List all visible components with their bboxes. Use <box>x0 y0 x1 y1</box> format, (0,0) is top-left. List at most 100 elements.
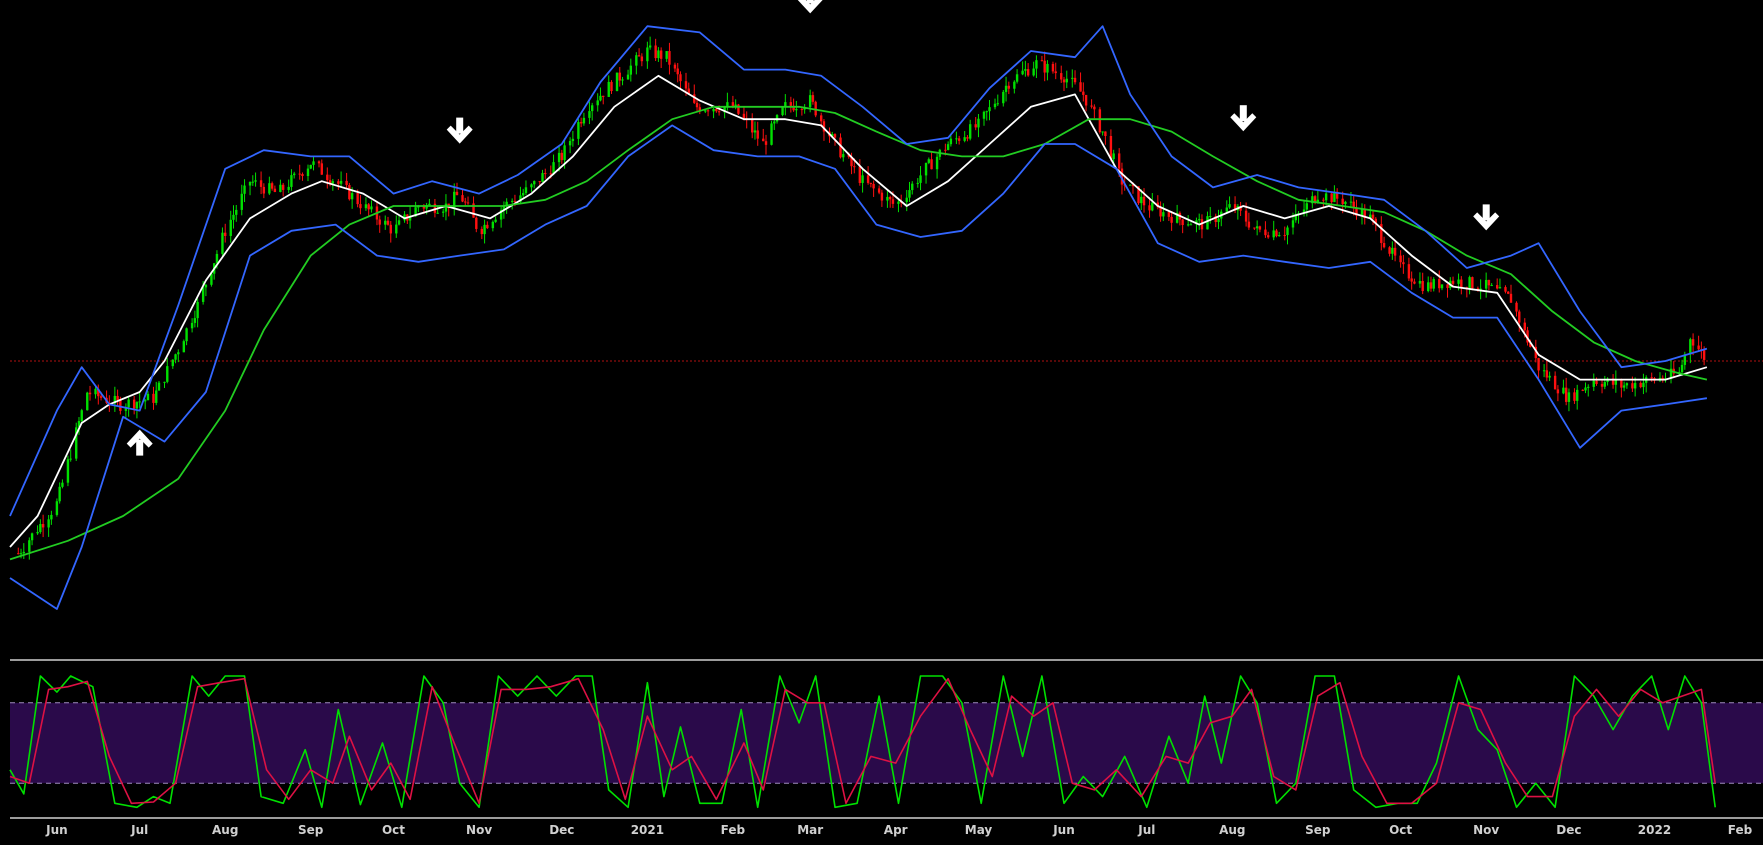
candle-body <box>773 121 776 124</box>
candle-body <box>466 202 470 204</box>
candle-body <box>659 50 663 59</box>
candle-body <box>549 173 552 175</box>
candle-body <box>1515 302 1518 312</box>
candle-body <box>1129 184 1132 186</box>
candle-body <box>1620 380 1623 388</box>
candle-body <box>706 110 710 112</box>
candle-body <box>588 111 591 118</box>
x-tick-label: Sep <box>1305 823 1331 837</box>
candle-body <box>1093 106 1096 110</box>
candle-body <box>756 130 759 139</box>
candle-body <box>370 206 373 210</box>
candle-body <box>1468 277 1471 289</box>
candle-body <box>171 359 174 367</box>
candle-body <box>1429 282 1433 289</box>
candle <box>182 339 186 353</box>
candle-body <box>872 183 875 189</box>
candle-body <box>1079 82 1082 92</box>
candle-body <box>221 232 224 254</box>
oscillator-band <box>10 702 1763 784</box>
candle-body <box>55 501 59 515</box>
candle-body <box>541 173 544 182</box>
candle-body <box>985 111 988 113</box>
candle-body <box>1283 235 1286 237</box>
candle-body <box>337 181 340 184</box>
candle-body <box>1507 291 1510 294</box>
candle-body <box>155 390 158 403</box>
candle-body <box>135 402 139 409</box>
candle-body <box>259 180 263 187</box>
candle-body <box>968 124 972 139</box>
candle-body <box>356 193 359 205</box>
x-tick-label: Dec <box>1556 823 1581 837</box>
candle-body <box>637 55 641 57</box>
candle-body <box>963 137 966 141</box>
candle-body <box>635 55 638 66</box>
candle-body <box>58 486 61 502</box>
candle-body <box>618 72 621 81</box>
candle-body <box>1689 339 1692 355</box>
candle-body <box>676 68 679 75</box>
arrow-shaft <box>1239 105 1247 122</box>
candle-body <box>22 551 25 554</box>
candle-body <box>1592 380 1595 387</box>
candle-body <box>270 183 274 189</box>
candle-body <box>36 532 39 534</box>
candle-body <box>610 81 613 92</box>
x-tick-label: Jul <box>1137 823 1155 837</box>
candle-body <box>88 392 92 395</box>
candle-body <box>524 187 528 194</box>
candle-body <box>1639 382 1642 388</box>
candle-body <box>1344 201 1347 205</box>
candle-body <box>292 173 296 176</box>
x-tick-label: May <box>965 823 993 837</box>
x-axis: Jun Jul Aug Sep Oct Nov Dec 2021 Feb Mar Apr May Jun… <box>45 823 1753 837</box>
candle-body <box>1490 285 1493 287</box>
candle-body <box>1117 153 1121 169</box>
candle-body <box>1060 73 1063 80</box>
candle-body <box>1162 212 1165 217</box>
candle-body <box>384 220 387 225</box>
candle-body <box>522 193 525 196</box>
candle-body <box>235 209 238 215</box>
x-tick-label: Jul <box>130 823 148 837</box>
candle-body <box>436 212 439 214</box>
candle <box>86 391 89 411</box>
candle-body <box>858 166 862 183</box>
candle-body <box>146 393 150 401</box>
candle-body <box>1181 219 1184 226</box>
candle-body <box>668 51 671 65</box>
candle-body <box>563 145 566 161</box>
candle-body <box>1622 385 1626 388</box>
candle-body <box>571 138 575 142</box>
candle-body <box>1595 380 1598 384</box>
candle-body <box>1581 389 1584 391</box>
candle-body <box>163 381 166 383</box>
candle-body <box>1691 339 1695 346</box>
candle-body <box>480 228 484 235</box>
candle-body <box>1487 279 1491 286</box>
candle-body <box>977 118 980 128</box>
candle-body <box>1562 387 1565 394</box>
candle-body <box>320 163 323 175</box>
candle <box>737 103 740 116</box>
candle-body <box>243 185 246 194</box>
candle-body <box>665 51 668 59</box>
candle-body <box>1217 218 1220 223</box>
candle-body <box>880 192 884 201</box>
candle-body <box>94 388 97 395</box>
candle-body <box>833 134 837 138</box>
candle-body <box>86 392 89 411</box>
candle-body <box>428 203 431 206</box>
candle-body <box>869 182 873 184</box>
candle-body <box>177 352 180 355</box>
candle-body <box>364 204 368 209</box>
candle-body <box>811 95 815 102</box>
candle-body <box>646 47 649 62</box>
candle-body <box>1371 214 1375 219</box>
candle-body <box>1413 281 1416 284</box>
candle-body <box>1702 350 1706 360</box>
candle-body <box>982 111 986 119</box>
candle-body <box>461 195 464 202</box>
candle-body <box>533 181 536 185</box>
